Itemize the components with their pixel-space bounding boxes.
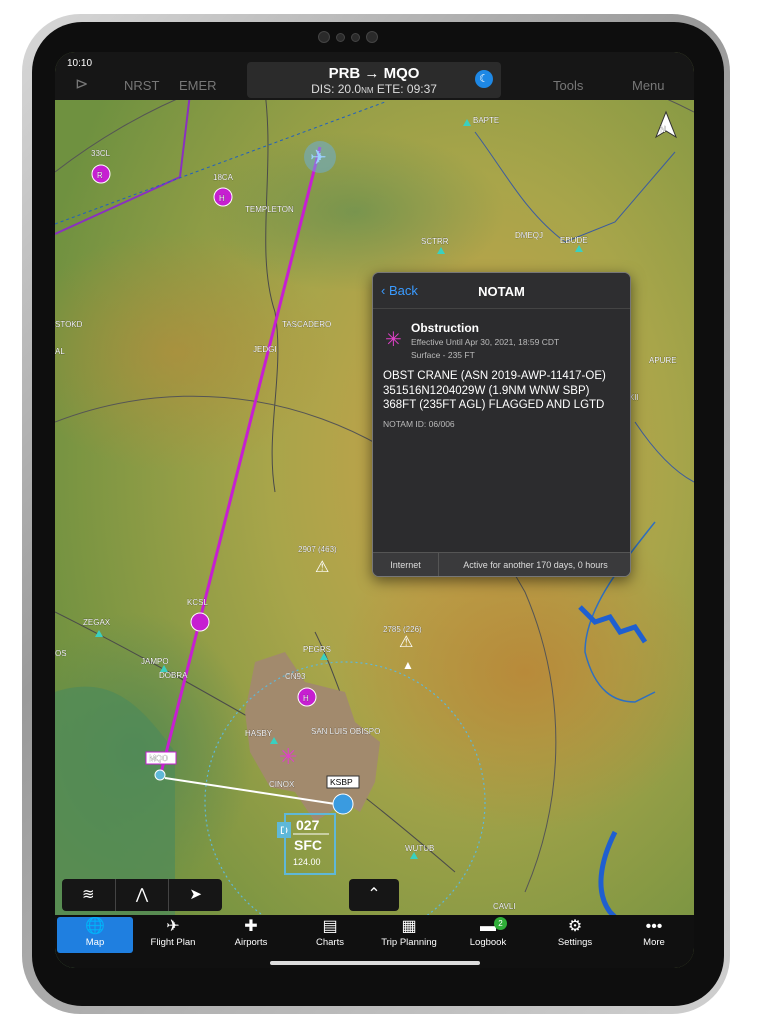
notam-header: ‹ Back NOTAM [373,273,630,309]
svg-text:⚠: ⚠ [399,634,413,651]
route-button[interactable]: ⋀ [116,879,170,911]
svg-text:DOBRA: DOBRA [159,671,188,680]
svg-text:EBUDE: EBUDE [560,236,588,245]
svg-text:AL: AL [55,347,65,356]
ksbp-label[interactable]: KSBP [330,777,353,787]
effective-date: Effective Until Apr 30, 2021, 18:59 CDT [411,337,560,347]
svg-text:CAVLI: CAVLI [493,902,516,911]
notam-title: NOTAM [478,284,525,299]
obstruction-icon: ✳ [385,329,402,351]
svg-text:✳: ✳ [279,744,297,769]
ownship-icon: ✈ [310,147,327,169]
tab-settings[interactable]: ⚙ Settings [537,917,613,953]
tab-logbook[interactable]: ▬ Logbook 2 [450,917,526,953]
notam-text: OBST CRANE (ASN 2019-AWP-11417-OE) 35151… [383,370,606,411]
route-title: PRB → MQO [328,65,420,82]
charts-icon: ▤ [322,918,338,935]
svg-text:JEDGI: JEDGI [253,345,277,354]
tab-map[interactable]: 🌐 Map [57,917,133,953]
route-summary[interactable]: PRB → MQO DIS: 20.0NM ETE: 09:37 ☾ [247,62,501,98]
svg-text:2785 (226): 2785 (226) [383,625,422,634]
tab-charts[interactable]: ▤ Charts [292,917,368,953]
svg-text:▲: ▲ [402,658,414,672]
mqo-label[interactable]: MQO [149,754,168,763]
svg-text:STOKD: STOKD [55,320,83,329]
svg-text:H: H [303,694,309,703]
camera-array [318,31,378,43]
airport-icon: ✚ [244,918,258,935]
emer-button[interactable]: EMER [179,78,217,93]
chevron-up-icon: ⌃ [367,886,381,903]
svg-text:KCSL: KCSL [187,598,208,607]
svg-text:H: H [219,194,225,203]
svg-text:SCTRR: SCTRR [421,237,449,246]
svg-text:⚠: ⚠ [315,559,329,576]
tools-button[interactable]: Tools [553,78,583,93]
notam-source: Internet [373,553,439,576]
tab-trip-planning[interactable]: ▦ Trip Planning [371,917,447,953]
layers-button[interactable]: ≋ [62,879,116,911]
app-screen: ✈ N 33CL 18CA TEMPLETON BAPTE SCTRR DMEQ… [55,52,694,968]
arrow-icon: ➤ [189,886,202,903]
svg-text:027: 027 [296,817,320,833]
svg-text:124.00: 124.00 [293,857,321,867]
svg-text:DMEQJ: DMEQJ [515,231,543,240]
north-arrow[interactable]: N [660,125,666,134]
home-indicator[interactable] [270,961,480,965]
trip-icon: ▦ [401,918,417,935]
logbook-badge: 2 [494,917,507,930]
menu-button[interactable]: Menu [632,78,665,93]
svg-text:2907 (463): 2907 (463) [298,545,337,554]
notam-popup: ‹ Back NOTAM ✳ Obstruction Effective Unt… [372,272,631,577]
expand-button[interactable]: ⌃ [349,879,399,911]
status-time: 10:10 [67,58,93,69]
nrst-button[interactable]: NRST [124,78,159,93]
route-info: DIS: 20.0NM ETE: 09:37 [311,82,437,96]
notam-active: Active for another 170 days, 0 hours [463,560,608,570]
svg-text:OS: OS [55,649,67,658]
top-bar: 10:10 ⊳ NRST EMER PRB → MQO DIS: 20.0NM … [55,52,694,100]
svg-text:CN93: CN93 [285,672,306,681]
svg-text:33CL: 33CL [91,149,111,158]
direct-to-button[interactable]: ⊳ [75,74,88,94]
svg-text:TASCADERO: TASCADERO [282,320,331,329]
weather-icon[interactable]: ☾ [475,70,493,88]
route-icon: ⋀ [135,886,149,903]
notam-id: NOTAM ID: 06/006 [383,419,455,429]
svg-text:ZEGAX: ZEGAX [83,618,111,627]
layers-icon: ≋ [82,886,95,903]
flight-plan-icon: ✈ [166,918,180,935]
svg-text:TEMPLETON: TEMPLETON [245,205,294,214]
gear-icon: ⚙ [567,918,583,935]
notam-footer: Internet Active for another 170 days, 0 … [373,552,630,576]
tab-airports[interactable]: ✚ Airports [213,917,289,953]
more-icon: ••• [645,918,663,935]
svg-text:CINOX: CINOX [269,780,295,789]
logbook-icon: ▬ [480,918,496,935]
svg-text:BAPTE: BAPTE [473,116,499,125]
track-up-button[interactable]: ➤ [169,879,222,911]
svg-text:HASBY: HASBY [245,729,273,738]
svg-text:PEGRS: PEGRS [303,645,331,654]
tab-more[interactable]: ••• More [616,917,692,953]
surface-altitude: Surface - 235 FT [411,350,475,360]
tab-bar: 🌐 Map ✈ Flight Plan ✚ Airports ▤ Charts … [55,915,694,968]
svg-text:SFC: SFC [294,837,322,853]
svg-text:APURE: APURE [649,356,677,365]
svg-text:18CA: 18CA [213,173,234,182]
svg-text:JAMPO: JAMPO [141,657,169,666]
svg-text:R: R [97,171,103,180]
tab-flight-plan[interactable]: ✈ Flight Plan [135,917,211,953]
map-tools: ≋ ⋀ ➤ [62,879,222,911]
globe-icon: 🌐 [85,918,105,935]
svg-text:SAN LUIS OBISPO: SAN LUIS OBISPO [311,727,380,736]
obstruction-title: Obstruction [411,321,479,335]
svg-text:WUTUB: WUTUB [405,844,434,853]
